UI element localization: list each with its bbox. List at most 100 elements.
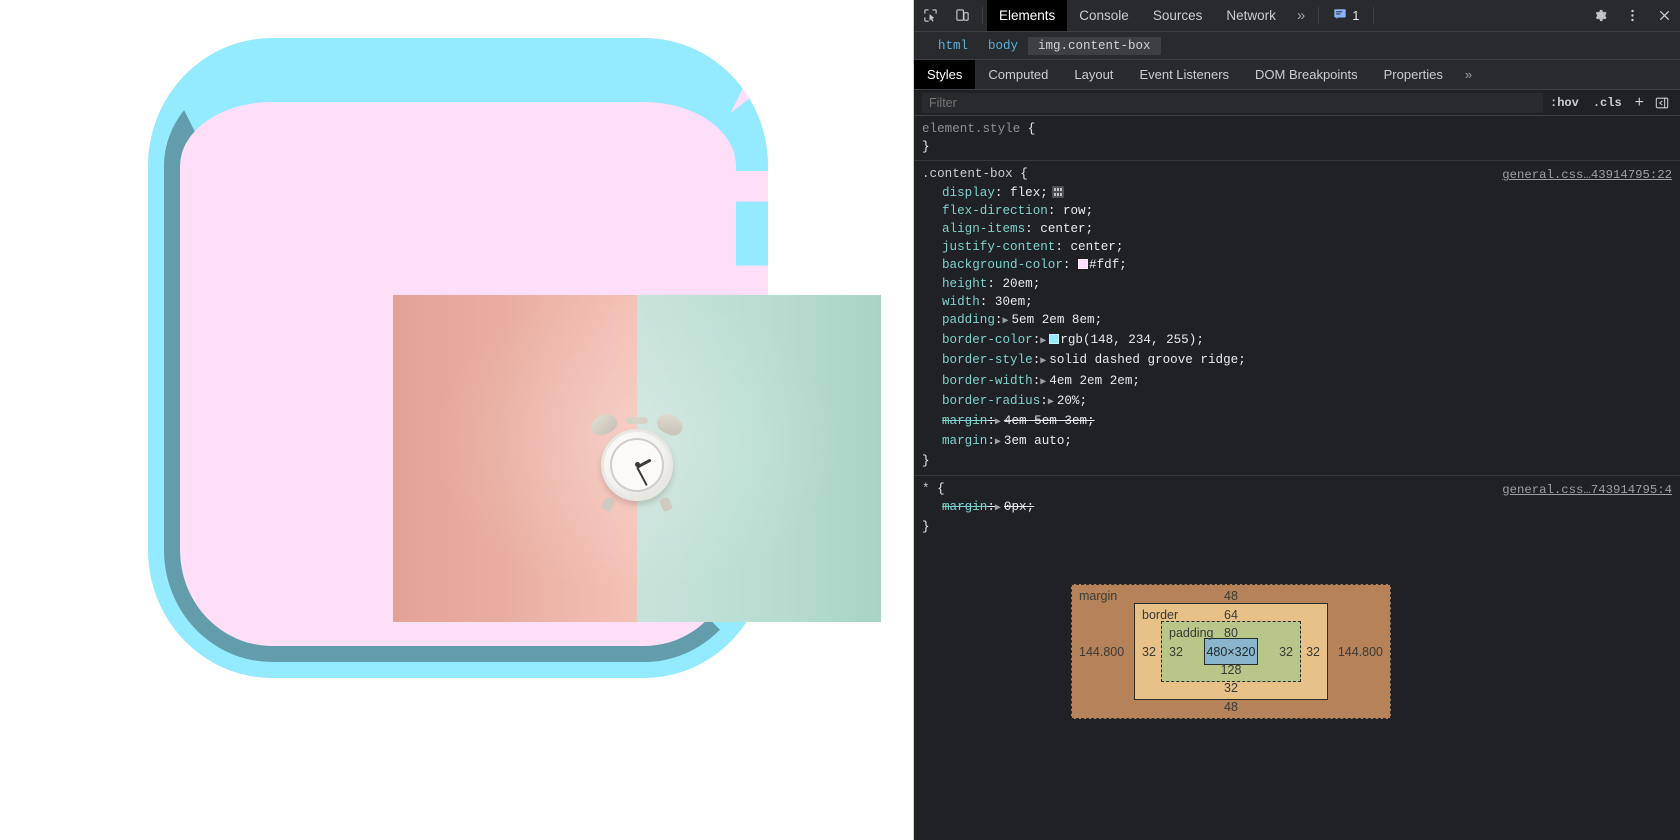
- declaration-property: margin: [942, 414, 988, 429]
- declaration-margin-overridden[interactable]: margin:▶ 4em 5em 3em;: [922, 412, 1680, 432]
- declaration-value[interactable]: 0px: [1004, 500, 1027, 514]
- declaration-align-items[interactable]: align-items: center;: [922, 220, 1680, 238]
- breadcrumb: html body img.content-box: [914, 32, 1680, 60]
- toolbar-divider: [982, 7, 983, 24]
- declaration-value[interactable]: center: [1040, 222, 1085, 236]
- content-size-value[interactable]: 480×320: [1206, 645, 1255, 659]
- padding-right-value[interactable]: 32: [1279, 645, 1293, 659]
- expand-arrow-icon[interactable]: ▶: [1040, 353, 1049, 371]
- device-toolbar-icon[interactable]: [946, 0, 978, 31]
- declaration-border-style[interactable]: border-style:▶ solid dashed groove ridge;: [922, 351, 1680, 371]
- margin-bottom-value[interactable]: 48: [1072, 700, 1390, 714]
- margin-right-value[interactable]: 144.800: [1338, 645, 1383, 659]
- box-model-content-layer[interactable]: 480×320: [1204, 638, 1258, 666]
- declaration-value[interactable]: flex: [1010, 186, 1040, 200]
- declaration-value[interactable]: 4em 2em 2em: [1049, 374, 1132, 388]
- tab-layout[interactable]: Layout: [1061, 60, 1126, 89]
- box-model-border-layer[interactable]: border 64 32 32 32 padding 80 128 32 32 …: [1134, 603, 1328, 701]
- stylesheet-source-link[interactable]: general.css…43914795:22: [1502, 166, 1672, 184]
- padding-top-value[interactable]: 80: [1162, 626, 1300, 640]
- cls-button[interactable]: .cls: [1586, 96, 1629, 110]
- stylesheet-source-link[interactable]: general.css…743914795:4: [1502, 481, 1672, 499]
- tab-dom-breakpoints[interactable]: DOM Breakpoints: [1242, 60, 1371, 89]
- tab-console[interactable]: Console: [1067, 0, 1141, 31]
- rule-universal[interactable]: general.css…743914795:4 * { margin:▶ 0px;…: [914, 476, 1680, 541]
- tab-event-listeners[interactable]: Event Listeners: [1126, 60, 1242, 89]
- rule-selector[interactable]: .content-box: [922, 167, 1013, 181]
- more-options-icon[interactable]: [1616, 0, 1648, 31]
- declaration-border-radius[interactable]: border-radius:▶ 20%;: [922, 392, 1680, 412]
- message-count-button[interactable]: 1: [1323, 0, 1369, 31]
- close-icon[interactable]: [1648, 0, 1680, 31]
- declaration-margin-universal[interactable]: margin:▶ 0px;: [922, 498, 1680, 518]
- declaration-border-color[interactable]: border-color:▶ rgb(148, 234, 255);: [922, 331, 1680, 351]
- expand-arrow-icon[interactable]: ▶: [995, 434, 1004, 452]
- declaration-width[interactable]: width: 30em;: [922, 293, 1680, 311]
- breadcrumb-item-img-content-box[interactable]: img.content-box: [1028, 36, 1161, 55]
- expand-arrow-icon[interactable]: ▶: [995, 414, 1004, 432]
- content-box-element[interactable]: [148, 38, 881, 678]
- declaration-value[interactable]: center: [1071, 240, 1116, 254]
- tab-sources[interactable]: Sources: [1141, 0, 1215, 31]
- margin-top-value[interactable]: 48: [1072, 589, 1390, 603]
- padding-bottom-value[interactable]: 128: [1162, 663, 1300, 677]
- hov-button[interactable]: :hov: [1543, 96, 1586, 110]
- tab-elements[interactable]: Elements: [987, 0, 1068, 31]
- inspect-element-icon[interactable]: [914, 0, 946, 31]
- more-tabs-icon[interactable]: »: [1288, 0, 1314, 31]
- clock-minute-hand: [636, 466, 648, 486]
- declaration-value[interactable]: #fdf: [1089, 258, 1119, 272]
- color-swatch-border[interactable]: [1049, 334, 1060, 345]
- toggle-sidebar-icon[interactable]: [1650, 96, 1674, 110]
- rule-selector[interactable]: element.style: [922, 122, 1020, 136]
- sidebar-more-tabs-icon[interactable]: »: [1456, 60, 1481, 89]
- new-style-rule-button[interactable]: +: [1629, 94, 1650, 112]
- declaration-display[interactable]: display: flex;: [922, 184, 1680, 202]
- declaration-value[interactable]: 30em: [995, 295, 1025, 309]
- search-input[interactable]: [922, 92, 1544, 113]
- box-model-margin-layer[interactable]: margin 48 48 144.800 144.800 border 64 3…: [1071, 584, 1391, 720]
- tab-computed[interactable]: Computed: [975, 60, 1061, 89]
- declaration-value[interactable]: 3em auto: [1004, 434, 1064, 448]
- border-bottom-value[interactable]: 32: [1135, 681, 1327, 695]
- border-top-value[interactable]: 64: [1135, 608, 1327, 622]
- border-left-value[interactable]: 32: [1142, 645, 1156, 659]
- rule-element-style[interactable]: element.style { }: [914, 116, 1680, 162]
- declaration-value[interactable]: rgb(148, 234, 255): [1060, 333, 1196, 347]
- rule-content-box[interactable]: general.css…43914795:22 .content-box { d…: [914, 161, 1680, 476]
- expand-arrow-icon[interactable]: ▶: [1048, 394, 1057, 412]
- tab-network[interactable]: Network: [1214, 0, 1288, 31]
- flex-badge-icon[interactable]: [1051, 185, 1064, 198]
- declaration-value[interactable]: 20em: [1002, 277, 1032, 291]
- declaration-height[interactable]: height: 20em;: [922, 275, 1680, 293]
- declaration-border-width[interactable]: border-width:▶ 4em 2em 2em;: [922, 372, 1680, 392]
- alarm-clock-photo[interactable]: [393, 295, 881, 622]
- box-model-padding-layer[interactable]: padding 80 128 32 32 480×320: [1161, 621, 1301, 683]
- color-swatch-background[interactable]: [1078, 259, 1089, 270]
- margin-left-value[interactable]: 144.800: [1079, 645, 1124, 659]
- box-model-diagram: margin 48 48 144.800 144.800 border 64 3…: [1071, 584, 1391, 720]
- expand-arrow-icon[interactable]: ▶: [1040, 374, 1049, 392]
- declaration-value[interactable]: 20%: [1057, 394, 1080, 408]
- expand-arrow-icon[interactable]: ▶: [995, 500, 1004, 518]
- declaration-margin[interactable]: margin:▶ 3em auto;: [922, 432, 1680, 452]
- border-right-value[interactable]: 32: [1306, 645, 1320, 659]
- padding-left-value[interactable]: 32: [1169, 645, 1183, 659]
- breadcrumb-item-html[interactable]: html: [928, 37, 978, 55]
- breadcrumb-item-body[interactable]: body: [978, 37, 1028, 55]
- declaration-value[interactable]: 4em 5em 3em: [1004, 414, 1087, 428]
- declaration-value[interactable]: row: [1063, 204, 1086, 218]
- declaration-flex-direction[interactable]: flex-direction: row;: [922, 202, 1680, 220]
- tab-styles[interactable]: Styles: [914, 60, 976, 89]
- gear-icon[interactable]: [1584, 0, 1616, 31]
- declaration-value[interactable]: solid dashed groove ridge: [1049, 353, 1238, 367]
- rule-selector[interactable]: *: [922, 482, 930, 496]
- declaration-justify-content[interactable]: justify-content: center;: [922, 238, 1680, 256]
- declaration-background-color[interactable]: background-color: #fdf;: [922, 256, 1680, 274]
- tab-properties[interactable]: Properties: [1371, 60, 1456, 89]
- expand-arrow-icon[interactable]: ▶: [1040, 333, 1049, 351]
- toolbar-divider-3: [1373, 7, 1375, 24]
- declaration-value[interactable]: 5em 2em 8em: [1011, 313, 1094, 327]
- declaration-padding[interactable]: padding:▶ 5em 2em 8em;: [922, 311, 1680, 331]
